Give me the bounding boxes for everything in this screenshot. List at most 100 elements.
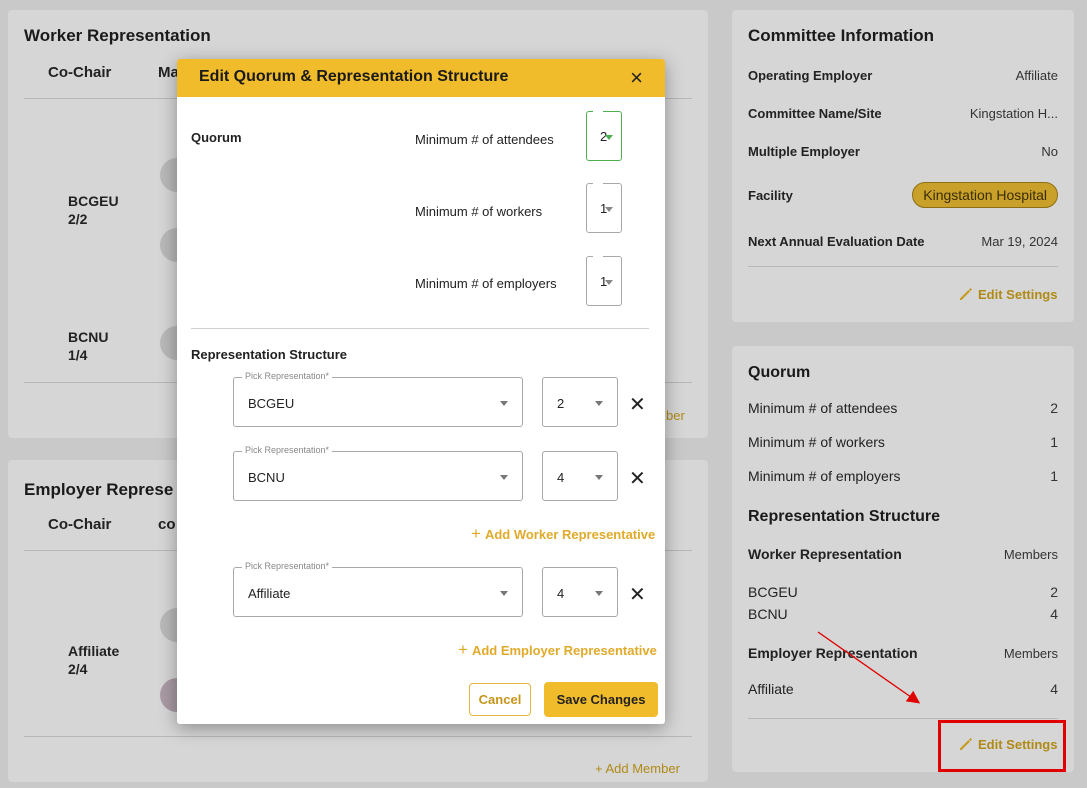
chevron-down-icon bbox=[605, 207, 613, 212]
worker-representation-title: Worker Representation bbox=[24, 26, 211, 45]
committee-row: Next Annual Evaluation Date Mar 19, 2024 bbox=[748, 234, 1058, 249]
highlight-box bbox=[938, 720, 1066, 772]
employer-rep-name: Affiliate bbox=[68, 643, 120, 659]
chevron-down-icon bbox=[500, 401, 508, 406]
committee-information-card: Committee Information Operating Employer… bbox=[732, 10, 1074, 322]
save-changes-button[interactable]: Save Changes bbox=[544, 682, 658, 717]
row-value: Affiliate bbox=[1015, 68, 1058, 83]
facility-badge: Kingstation Hospital bbox=[912, 182, 1058, 208]
employer-rep-row: Affiliate 4 bbox=[748, 681, 1058, 697]
edit-quorum-modal: Edit Quorum & Representation Structure ×… bbox=[177, 59, 665, 724]
modal-header: Edit Quorum & Representation Structure × bbox=[177, 59, 665, 97]
representation-count-select[interactable]: 4 bbox=[542, 451, 618, 501]
select-value: 4 bbox=[557, 470, 565, 485]
row-key: BCGEU bbox=[748, 584, 798, 600]
worker-rep-count: 1/4 bbox=[68, 347, 88, 363]
min-employers-label: Minimum # of employers bbox=[415, 276, 557, 291]
divider bbox=[748, 266, 1058, 267]
row-key: Affiliate bbox=[748, 681, 794, 697]
close-icon[interactable]: × bbox=[630, 65, 643, 91]
add-employer-representative-link[interactable]: + Add Employer Representative bbox=[458, 640, 657, 660]
row-value: Kingstation H... bbox=[969, 106, 1058, 121]
worker-rep-row: BCNU 4 bbox=[748, 606, 1058, 622]
row-value: 4 bbox=[1050, 606, 1058, 622]
cochair-column-header: Co-Chair bbox=[48, 64, 112, 81]
pick-representation-select[interactable]: Pick Representation* Affiliate bbox=[233, 561, 523, 617]
row-value: No bbox=[1041, 144, 1058, 159]
quorum-card: Quorum Minimum # of attendees 2 Minimum … bbox=[732, 346, 1074, 772]
members-column-header: Ma bbox=[158, 64, 179, 81]
select-value: 2 bbox=[557, 396, 565, 411]
plus-icon: + bbox=[471, 524, 481, 543]
representation-count-select[interactable]: 4 bbox=[542, 567, 618, 617]
add-member-link[interactable]: ber bbox=[666, 408, 685, 423]
pick-representation-select[interactable]: Pick Representation* BCGEU bbox=[233, 371, 523, 427]
row-value: Mar 19, 2024 bbox=[981, 234, 1058, 249]
add-member-link[interactable]: + Add Member bbox=[595, 761, 680, 776]
chevron-down-icon bbox=[605, 135, 613, 140]
pencil-icon bbox=[960, 288, 972, 300]
representation-count-select[interactable]: 2 bbox=[542, 377, 618, 427]
row-value: 4 bbox=[1050, 681, 1058, 697]
quorum-row: Minimum # of employers 1 bbox=[748, 468, 1058, 484]
add-worker-label: Add Worker Representative bbox=[484, 527, 656, 542]
representation-structure-label: Representation Structure bbox=[191, 347, 348, 362]
quorum-section-label: Quorum bbox=[191, 130, 242, 145]
min-attendees-label: Minimum # of attendees bbox=[415, 132, 554, 147]
employer-rep-count: 2/4 bbox=[68, 661, 88, 677]
select-value: BCNU bbox=[248, 470, 285, 485]
field-legend: Pick Representation* bbox=[242, 561, 333, 571]
remove-icon[interactable]: ✕ bbox=[629, 582, 646, 607]
divider bbox=[191, 328, 649, 329]
employer-representation-title: Employer Represe bbox=[24, 480, 174, 499]
pick-representation-select[interactable]: Pick Representation* BCNU bbox=[233, 445, 523, 501]
chevron-down-icon bbox=[500, 591, 508, 596]
worker-rep-name: BCGEU bbox=[68, 193, 119, 209]
min-attendees-select[interactable]: 2 bbox=[586, 111, 622, 161]
remove-icon[interactable]: ✕ bbox=[629, 392, 646, 417]
row-value: 2 bbox=[1050, 584, 1058, 600]
field-legend: Pick Representation* bbox=[242, 445, 333, 455]
min-employers-select[interactable]: 1 bbox=[586, 256, 622, 306]
worker-rep-row: BCGEU 2 bbox=[748, 584, 1058, 600]
row-value: Members bbox=[1003, 546, 1058, 562]
select-value: BCGEU bbox=[248, 396, 295, 411]
quorum-title: Quorum bbox=[748, 364, 811, 381]
min-workers-select[interactable]: 1 bbox=[586, 183, 622, 233]
modal-title: Edit Quorum & Representation Structure bbox=[199, 68, 509, 85]
row-key: Multiple Employer bbox=[748, 144, 860, 159]
cancel-button[interactable]: Cancel bbox=[469, 683, 531, 716]
committee-row: Multiple Employer No bbox=[748, 144, 1058, 159]
select-value: Affiliate bbox=[248, 586, 291, 601]
quorum-row: Minimum # of attendees 2 bbox=[748, 400, 1058, 416]
plus-icon: + bbox=[458, 640, 468, 659]
row-key: Committee Name/Site bbox=[748, 106, 882, 121]
row-key: Minimum # of attendees bbox=[748, 400, 898, 416]
quorum-row: Minimum # of workers 1 bbox=[748, 434, 1058, 450]
edit-settings-link[interactable]: Edit Settings bbox=[958, 286, 1057, 302]
edit-settings-label: Edit Settings bbox=[978, 286, 1058, 302]
committee-row: Facility Kingstation Hospital bbox=[748, 182, 1058, 208]
representation-structure-title: Representation Structure bbox=[748, 508, 941, 525]
worker-rep-name: BCNU bbox=[68, 329, 109, 345]
chevron-down-icon bbox=[595, 401, 603, 406]
select-value: 4 bbox=[557, 586, 565, 601]
worker-rep-header: Worker Representation Members bbox=[748, 546, 1058, 562]
row-key: Minimum # of employers bbox=[748, 468, 901, 484]
row-value: Members bbox=[1003, 645, 1058, 661]
chevron-down-icon bbox=[605, 280, 613, 285]
worker-rep-count: 2/2 bbox=[68, 211, 88, 227]
divider bbox=[24, 736, 692, 737]
employer-rep-header: Employer Representation Members bbox=[748, 645, 1058, 661]
field-legend: Pick Representation* bbox=[242, 371, 333, 381]
chevron-down-icon bbox=[595, 475, 603, 480]
add-worker-representative-link[interactable]: + Add Worker Representative bbox=[471, 524, 655, 544]
row-key: Operating Employer bbox=[748, 68, 873, 83]
committee-information-title: Committee Information bbox=[748, 26, 935, 45]
divider bbox=[748, 718, 1058, 719]
row-value: 1 bbox=[1050, 468, 1058, 484]
remove-icon[interactable]: ✕ bbox=[629, 466, 646, 491]
min-workers-label: Minimum # of workers bbox=[415, 204, 543, 219]
row-key: Next Annual Evaluation Date bbox=[748, 234, 925, 249]
row-key: Minimum # of workers bbox=[748, 434, 885, 450]
